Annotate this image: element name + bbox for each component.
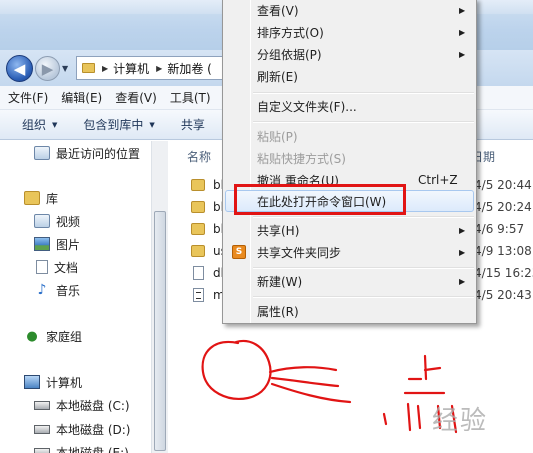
annotation-mark [423, 366, 442, 372]
annotation-mark [423, 354, 428, 381]
hand-drawn-annotation [201, 339, 458, 434]
annotation-circle [201, 339, 272, 400]
annotation-mark [406, 402, 412, 432]
annotation-mark [416, 404, 422, 430]
watermark: 经验 [432, 406, 489, 436]
annotation-line [268, 366, 338, 374]
annotation-mark [382, 412, 388, 426]
annotation-line [270, 376, 340, 388]
